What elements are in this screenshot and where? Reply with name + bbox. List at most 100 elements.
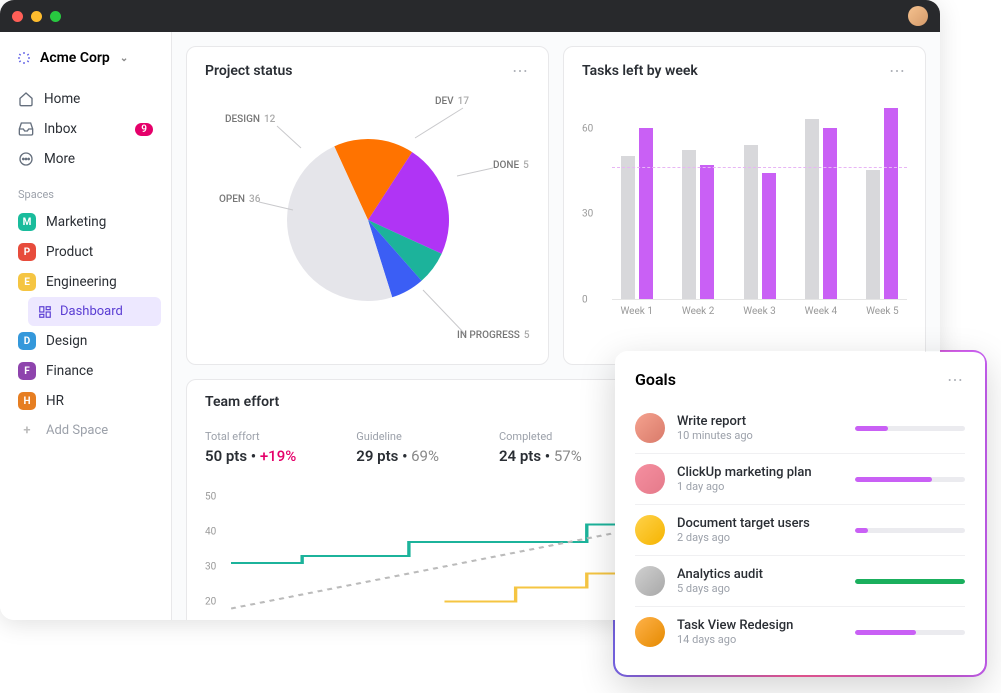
plus-icon: +	[18, 423, 36, 438]
space-icon: P	[18, 243, 36, 261]
inbox-badge: 9	[135, 123, 153, 136]
goals-title: Goals	[635, 370, 676, 389]
bar-group	[673, 150, 722, 299]
nav-inbox[interactable]: Inbox 9	[10, 114, 161, 144]
workspace-switcher[interactable]: Acme Corp ⌄	[10, 46, 161, 70]
bar	[805, 119, 819, 299]
x-label: Week 1	[612, 306, 661, 317]
y-tick: 50	[205, 491, 216, 502]
sidebar-item-engineering[interactable]: E Engineering	[10, 267, 161, 297]
avatar	[635, 515, 665, 545]
bar-group	[612, 128, 661, 299]
card-title: Tasks left by week	[582, 63, 698, 79]
sidebar-item-marketing[interactable]: M Marketing	[10, 207, 161, 237]
progress-bar	[855, 630, 965, 635]
bar	[639, 128, 653, 299]
progress-bar	[855, 477, 965, 482]
sidebar-item-hr[interactable]: HHR	[10, 386, 161, 416]
pie-label: OPEN36	[219, 194, 260, 205]
space-icon: H	[18, 392, 36, 410]
avatar	[635, 566, 665, 596]
space-label: Design	[46, 333, 87, 349]
close-icon[interactable]	[12, 11, 23, 22]
progress-bar	[855, 579, 965, 584]
stat-label: Completed	[499, 430, 582, 443]
minimize-icon[interactable]	[31, 11, 42, 22]
progress-bar	[855, 528, 965, 533]
goal-row[interactable]: Document target users2 days ago	[635, 505, 965, 556]
tasks-left-card: Tasks left by week ⋯ 0 30 60 Week 1 Week 2 W…	[563, 46, 926, 365]
goal-row[interactable]: Task View Redesign14 days ago	[635, 607, 965, 657]
x-label: Week 3	[735, 306, 784, 317]
space-label: Engineering	[46, 274, 117, 290]
stat-value: 24 pts • 57%	[499, 447, 582, 465]
project-status-card: Project status ⋯ DESIGN12DEV17DONE5IN PR…	[186, 46, 549, 365]
bar-chart: 03060 Week 1Week 2Week 3Week 4Week 5	[582, 90, 907, 330]
goal-row[interactable]: Write report10 minutes ago	[635, 403, 965, 454]
sidebar: Acme Corp ⌄ Home Inbox 9 More Spaces MMa…	[0, 32, 172, 620]
goal-row[interactable]: ClickUp marketing plan1 day ago	[635, 454, 965, 505]
card-title: Team effort	[205, 394, 279, 410]
sidebar-item-finance[interactable]: F Finance	[10, 356, 161, 386]
space-label: Finance	[46, 363, 93, 379]
goal-time: 5 days ago	[677, 582, 843, 595]
bar	[823, 128, 837, 299]
goals-panel: Goals ⋯ Write report10 minutes ago Click…	[615, 350, 985, 675]
sidebar-item-design[interactable]: D Design	[10, 326, 161, 356]
more-icon	[18, 151, 34, 167]
goal-time: 2 days ago	[677, 531, 843, 544]
stat-value: 50 pts • +19%	[205, 447, 296, 465]
space-icon: E	[18, 273, 36, 291]
x-label: Week 2	[673, 306, 722, 317]
pie-label: DEV17	[435, 96, 469, 107]
titlebar	[0, 0, 940, 32]
stat-label: Guideline	[356, 430, 439, 443]
goal-name: Analytics audit	[677, 567, 843, 582]
goal-time: 14 days ago	[677, 633, 843, 646]
avatar	[635, 464, 665, 494]
nav-home[interactable]: Home	[10, 84, 161, 114]
goal-time: 10 minutes ago	[677, 429, 843, 442]
space-label: Product	[46, 244, 93, 260]
y-tick: 40	[205, 526, 216, 537]
window-controls[interactable]	[12, 11, 61, 22]
user-avatar[interactable]	[908, 6, 928, 26]
bar-group	[796, 119, 845, 299]
y-tick: 30	[205, 561, 216, 572]
bar	[744, 145, 758, 299]
nav-more[interactable]: More	[10, 144, 161, 174]
chevron-down-icon: ⌄	[120, 53, 128, 64]
card-more-icon[interactable]: ⋯	[889, 61, 907, 80]
add-space-button[interactable]: + Add Space	[10, 416, 161, 445]
bar	[762, 173, 776, 299]
space-icon: M	[18, 213, 36, 231]
goal-name: Write report	[677, 414, 843, 429]
maximize-icon[interactable]	[50, 11, 61, 22]
y-tick: 0	[582, 295, 588, 306]
space-icon: F	[18, 362, 36, 380]
bar	[884, 108, 898, 299]
sidebar-dashboard[interactable]: Dashboard	[28, 297, 161, 326]
space-icon: D	[18, 332, 36, 350]
stat-block: Total effort 50 pts • +19%	[205, 430, 296, 465]
goals-more-icon[interactable]: ⋯	[947, 370, 965, 389]
nav-label: Inbox	[44, 121, 77, 137]
bar	[621, 156, 635, 299]
goal-row[interactable]: Analytics audit5 days ago	[635, 556, 965, 607]
workspace-name: Acme Corp	[40, 50, 110, 66]
x-label: Week 4	[796, 306, 845, 317]
workspace-icon	[16, 50, 32, 66]
y-tick: 30	[582, 209, 593, 220]
card-more-icon[interactable]: ⋯	[512, 61, 530, 80]
bar	[682, 150, 696, 299]
inbox-icon	[18, 121, 34, 137]
goal-name: Task View Redesign	[677, 618, 843, 633]
y-tick: 60	[582, 123, 593, 134]
stat-block: Completed 24 pts • 57%	[499, 430, 582, 465]
space-label: Marketing	[46, 214, 106, 230]
sidebar-item-product[interactable]: P Product	[10, 237, 161, 267]
stat-value: 29 pts • 69%	[356, 447, 439, 465]
bar-group	[735, 145, 784, 299]
pie-label: DESIGN12	[225, 114, 275, 125]
stat-label: Total effort	[205, 430, 296, 443]
